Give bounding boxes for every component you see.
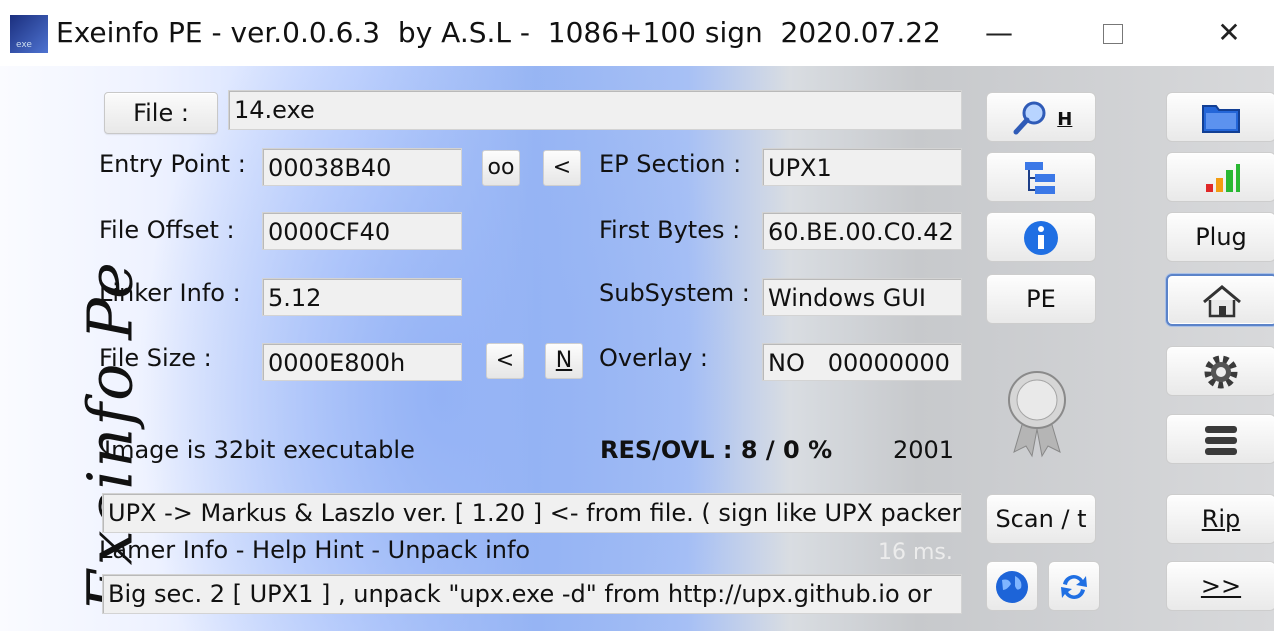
file-size-label: File Size : [99, 344, 212, 372]
year-text: 2001 [893, 436, 955, 464]
file-offset-field[interactable]: 0000CF40 [262, 212, 462, 250]
gear-icon [1204, 355, 1238, 389]
settings-button[interactable] [1166, 346, 1274, 396]
chart-icon [1206, 164, 1240, 192]
file-size-field[interactable]: 0000E800h [262, 343, 462, 381]
plugins-button[interactable]: Plug [1166, 212, 1274, 262]
size-back-button[interactable]: < [486, 343, 524, 379]
n-button[interactable]: N [545, 343, 583, 379]
hint-field[interactable]: Big sec. 2 [ UPX1 ] , unpack "upx.exe -d… [102, 574, 962, 614]
window-title: Exeinfo PE - ver.0.0.6.3 by A.S.L - 1086… [56, 16, 941, 49]
pe-button[interactable]: PE [986, 274, 1096, 324]
web-button[interactable] [986, 561, 1038, 611]
menu-icon [1205, 426, 1237, 455]
ep-section-label: EP Section : [599, 150, 742, 178]
maximize-icon [1103, 24, 1123, 44]
title-bar: Exeinfo PE - ver.0.0.6.3 by A.S.L - 1086… [0, 0, 1274, 67]
main-panel: Exeinfo Pe File : 14.exe Entry Point : 0… [0, 66, 1274, 631]
tree-icon [1025, 162, 1055, 194]
file-path-field[interactable]: 14.exe [228, 90, 962, 130]
ep-section-field[interactable]: UPX1 [762, 148, 962, 186]
ribbon-icon [1002, 368, 1072, 458]
linker-info-label: Linker Info : [99, 279, 241, 307]
entry-point-field[interactable]: 00038B40 [262, 148, 462, 186]
menu-button[interactable] [1166, 414, 1274, 464]
open-folder-button[interactable] [1166, 92, 1274, 142]
oo-button[interactable]: oo [482, 150, 520, 186]
info-button[interactable] [986, 212, 1096, 262]
info-icon [1024, 221, 1058, 255]
app-icon [10, 15, 48, 53]
maximize-button[interactable] [1084, 12, 1142, 54]
refresh-button[interactable] [1048, 561, 1100, 611]
res-ovl-text: RES/OVL : 8 / 0 % [600, 436, 833, 464]
first-bytes-label: First Bytes : [599, 216, 741, 244]
app-window: Exeinfo PE - ver.0.0.6.3 by A.S.L - 1086… [0, 0, 1274, 631]
stats-button[interactable] [1166, 152, 1274, 202]
scan-time-text: 16 ms. [878, 540, 953, 565]
n-button-label: N [555, 348, 573, 373]
entry-point-label: Entry Point : [99, 150, 246, 178]
home-icon [1203, 285, 1241, 318]
magnifier-icon [1013, 101, 1046, 135]
subsystem-field[interactable]: Windows GUI [762, 278, 962, 316]
first-bytes-field[interactable]: 60.BE.00.C0.42 [762, 212, 962, 250]
overlay-field[interactable]: NO 00000000 [762, 343, 962, 381]
minimize-button[interactable]: — [970, 12, 1028, 54]
close-button[interactable]: ✕ [1200, 12, 1258, 54]
next-button[interactable]: >> [1166, 561, 1274, 611]
search-hex-button[interactable]: H [986, 92, 1096, 142]
file-offset-label: File Offset : [99, 216, 235, 244]
home-button[interactable] [1166, 274, 1274, 326]
file-button[interactable]: File : [104, 92, 218, 134]
subsystem-label: SubSystem : [599, 279, 750, 307]
next-button-label: >> [1200, 572, 1242, 600]
plugins-button-label: Plug [1195, 223, 1247, 251]
section-tree-button[interactable] [986, 152, 1096, 202]
lamer-info-label: Lamer Info - Help Hint - Unpack info [99, 536, 531, 564]
overlay-label: Overlay : [599, 344, 709, 372]
h-label: H [1057, 109, 1073, 130]
rip-button-label: Rip [1201, 505, 1241, 533]
folder-icon [1202, 105, 1240, 133]
globe-icon [996, 571, 1028, 603]
scan-button-label: Scan / t [995, 505, 1087, 533]
ep-back-button[interactable]: < [543, 150, 581, 186]
detection-field[interactable]: UPX -> Markus & Laszlo ver. [ 1.20 ] <- … [102, 493, 962, 533]
rip-button[interactable]: Rip [1166, 494, 1274, 544]
pe-button-label: PE [1026, 285, 1056, 313]
refresh-icon [1061, 575, 1087, 599]
scan-button[interactable]: Scan / t [986, 494, 1096, 544]
file-button-label: File : [133, 99, 189, 127]
linker-info-field[interactable]: 5.12 [262, 278, 462, 316]
image-info-text: Image is 32bit executable [104, 436, 415, 464]
